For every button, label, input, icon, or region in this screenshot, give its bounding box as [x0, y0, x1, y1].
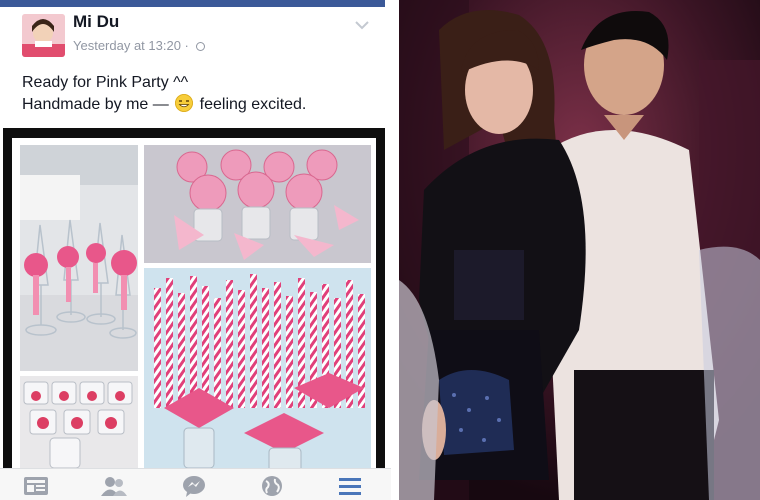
avatar[interactable] — [22, 14, 65, 57]
news-feed-icon[interactable] — [22, 475, 50, 497]
post-meta: Yesterday at 13:20 · — [73, 38, 205, 53]
post-line-2: Handmade by me — feeling excited. — [22, 94, 306, 116]
bottom-nav-bar — [0, 468, 391, 500]
post-line-2-end: feeling excited. — [199, 96, 307, 113]
author-name[interactable]: Mi Du — [73, 12, 119, 32]
post-timestamp[interactable]: Yesterday at 13:20 · — [73, 38, 189, 53]
chevron-down-icon[interactable] — [355, 20, 369, 30]
globe-icon[interactable] — [258, 475, 286, 497]
photo-rose-jars[interactable] — [144, 145, 371, 263]
photo-collage[interactable] — [3, 128, 385, 472]
post-line-2-start: Handmade by me — — [22, 96, 169, 113]
globe-icon — [195, 42, 205, 52]
panel-divider — [391, 0, 399, 500]
facebook-post-screenshot: Mi Du Yesterday at 13:20 · Ready for Pin… — [0, 0, 391, 500]
party-photo — [399, 0, 760, 500]
photo-rose-glasses[interactable] — [20, 145, 138, 371]
messenger-icon[interactable] — [180, 475, 208, 497]
photo-small-glasses[interactable] — [20, 376, 138, 472]
top-bar — [0, 0, 391, 7]
excited-emoji-icon — [175, 94, 194, 112]
friends-icon[interactable] — [100, 475, 128, 497]
post-text: Ready for Pink Party ^^ Handmade by me —… — [22, 72, 306, 116]
post-line-1: Ready for Pink Party ^^ — [22, 74, 189, 91]
photo-striped-straws[interactable] — [144, 268, 371, 472]
post-header: Mi Du Yesterday at 13:20 · — [0, 8, 391, 64]
menu-icon[interactable] — [336, 475, 364, 497]
